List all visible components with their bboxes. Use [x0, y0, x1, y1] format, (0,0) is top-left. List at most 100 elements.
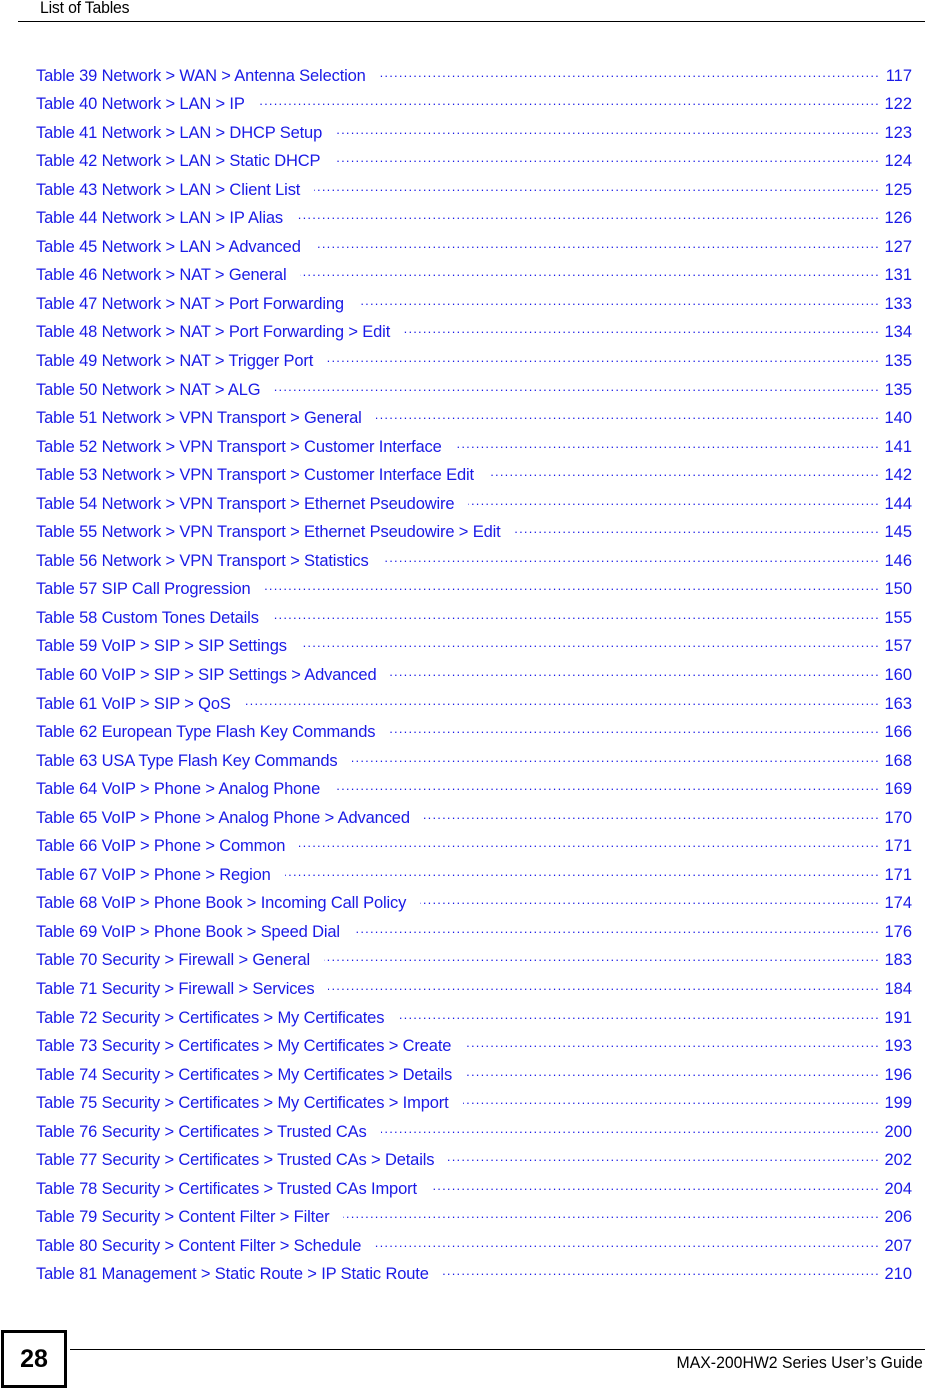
toc-entry-link[interactable]: Table 76 Security > Certificates > Trust…	[36, 1120, 912, 1149]
toc-entry-link[interactable]: Table 74 Security > Certificates > My Ce…	[36, 1063, 912, 1092]
toc-entry-link[interactable]: Table 56 Network > VPN Transport > Stati…	[36, 549, 912, 578]
toc-entry-link[interactable]: Table 49 Network > NAT > Trigger Port 135	[36, 349, 912, 378]
toc-entry-page-number: 117	[885, 66, 912, 85]
toc-entry-link[interactable]: Table 73 Security > Certificates > My Ce…	[36, 1035, 912, 1064]
toc-entry-link[interactable]: Table 42 Network > LAN > Static DHCP 124	[36, 150, 912, 179]
footer-divider	[70, 1349, 925, 1350]
toc-entry-link[interactable]: Table 47 Network > NAT > Port Forwarding…	[36, 292, 912, 321]
toc-entry-link[interactable]: Table 58 Custom Tones Details 155	[36, 606, 912, 635]
toc-entry-label: Table 77 Security > Certificates > Trust…	[36, 1151, 435, 1170]
toc-entry-link[interactable]: Table 62 European Type Flash Key Command…	[36, 721, 912, 750]
toc-entry-link[interactable]: Table 78 Security > Certificates > Trust…	[36, 1177, 912, 1206]
dot-leader	[465, 1035, 880, 1052]
dot-leader	[389, 721, 880, 738]
dot-leader	[314, 178, 880, 195]
toc-entry-link[interactable]: Table 65 VoIP > Phone > Analog Phone > A…	[36, 806, 912, 835]
toc-entry-link[interactable]: Table 54 Network > VPN Transport > Ether…	[36, 492, 912, 521]
toc-entry-link[interactable]: Table 64 VoIP > Phone > Analog Phone 169	[36, 778, 912, 807]
toc-entry-link[interactable]: Table 71 Security > Firewall > Services 1…	[36, 978, 912, 1007]
toc-entry-link[interactable]: Table 79 Security > Content Filter > Fil…	[36, 1206, 912, 1235]
toc-entry-label: Table 68 VoIP > Phone Book > Incoming Ca…	[36, 894, 407, 913]
toc-entry-link[interactable]: Table 53 Network > VPN Transport > Custo…	[36, 464, 912, 493]
toc-entry-page-number: 124	[884, 152, 912, 171]
toc-entry-label: Table 65 VoIP > Phone > Analog Phone > A…	[36, 808, 410, 827]
dot-leader	[420, 892, 880, 909]
dot-leader	[334, 778, 880, 795]
dot-leader	[300, 264, 880, 281]
list-of-tables: Table 39 Network > WAN > Antenna Selecti…	[36, 64, 912, 1292]
toc-entry-page-number: 199	[884, 1094, 912, 1113]
toc-entry-page-number: 204	[884, 1179, 912, 1198]
toc-entry-link[interactable]: Table 57 SIP Call Progression 150	[36, 578, 912, 607]
toc-entry-page-number: 193	[884, 1037, 912, 1056]
toc-entry-page-number: 134	[884, 323, 912, 342]
toc-entry-label: Table 47 Network > NAT > Port Forwarding	[36, 294, 344, 313]
toc-entry-link[interactable]: Table 43 Network > LAN > Client List 125	[36, 178, 912, 207]
toc-entry-link[interactable]: Table 60 VoIP > SIP > SIP Settings > Adv…	[36, 663, 912, 692]
dot-leader	[265, 578, 880, 595]
toc-entry-page-number: 155	[884, 608, 912, 627]
dot-leader	[336, 121, 880, 138]
toc-entry-link[interactable]: Table 75 Security > Certificates > My Ce…	[36, 1092, 912, 1121]
page-number: 28	[20, 1344, 48, 1373]
toc-entry-link[interactable]: Table 77 Security > Certificates > Trust…	[36, 1149, 912, 1178]
dot-leader	[515, 521, 880, 538]
dot-leader	[354, 920, 880, 937]
toc-entry-link[interactable]: Table 67 VoIP > Phone > Region 171	[36, 863, 912, 892]
dot-leader	[381, 1120, 880, 1137]
toc-entry-page-number: 168	[884, 751, 912, 770]
toc-entry-label: Table 52 Network > VPN Transport > Custo…	[36, 437, 442, 456]
toc-entry-link[interactable]: Table 39 Network > WAN > Antenna Selecti…	[36, 64, 912, 93]
toc-entry-page-number: 146	[884, 551, 912, 570]
toc-entry-link[interactable]: Table 61 VoIP > SIP > QoS 163	[36, 692, 912, 721]
toc-entry-link[interactable]: Table 44 Network > LAN > IP Alias 126	[36, 207, 912, 236]
dot-leader	[376, 407, 880, 424]
toc-entry-link[interactable]: Table 48 Network > NAT > Port Forwarding…	[36, 321, 912, 350]
dot-leader	[352, 749, 880, 766]
toc-entry-page-number: 142	[884, 466, 912, 485]
toc-entry-page-number: 123	[884, 123, 912, 142]
toc-entry-link[interactable]: Table 70 Security > Firewall > General 18…	[36, 949, 912, 978]
dot-leader	[334, 150, 880, 167]
dot-leader	[299, 835, 880, 852]
dot-leader	[327, 349, 880, 366]
dot-leader	[488, 464, 880, 481]
toc-entry-page-number: 135	[884, 380, 912, 399]
toc-entry-page-number: 133	[884, 294, 912, 313]
dot-leader	[448, 1149, 880, 1166]
toc-entry-link[interactable]: Table 40 Network > LAN > IP 122	[36, 93, 912, 122]
toc-entry-link[interactable]: Table 41 Network > LAN > DHCP Setup 123	[36, 121, 912, 150]
toc-entry-link[interactable]: Table 68 VoIP > Phone Book > Incoming Ca…	[36, 892, 912, 921]
toc-entry-page-number: 171	[884, 865, 912, 884]
toc-entry-link[interactable]: Table 46 Network > NAT > General 131	[36, 264, 912, 293]
toc-entry-link[interactable]: Table 52 Network > VPN Transport > Custo…	[36, 435, 912, 464]
toc-entry-page-number: 127	[884, 237, 912, 256]
dot-leader	[431, 1177, 880, 1194]
toc-entry-page-number: 157	[884, 637, 912, 656]
toc-entry-label: Table 75 Security > Certificates > My Ce…	[36, 1094, 449, 1113]
toc-entry-link[interactable]: Table 66 VoIP > Phone > Common 171	[36, 835, 912, 864]
dot-leader	[324, 949, 880, 966]
toc-entry-label: Table 59 VoIP > SIP > SIP Settings	[36, 637, 287, 656]
dot-leader	[466, 1063, 880, 1080]
toc-entry-link[interactable]: Table 63 USA Type Flash Key Commands 168	[36, 749, 912, 778]
dot-leader	[468, 492, 880, 509]
toc-entry-label: Table 53 Network > VPN Transport > Custo…	[36, 466, 474, 485]
toc-entry-page-number: 166	[884, 723, 912, 742]
toc-entry-link[interactable]: Table 50 Network > NAT > ALG 135	[36, 378, 912, 407]
toc-entry-link[interactable]: Table 51 Network > VPN Transport > Gener…	[36, 407, 912, 436]
toc-entry-label: Table 70 Security > Firewall > General	[36, 951, 311, 970]
toc-entry-page-number: 183	[884, 951, 912, 970]
toc-entry-link[interactable]: Table 80 Security > Content Filter > Sch…	[36, 1234, 912, 1263]
toc-entry-link[interactable]: Table 59 VoIP > SIP > SIP Settings 157	[36, 635, 912, 664]
toc-entry-link[interactable]: Table 81 Management > Static Route > IP …	[36, 1263, 912, 1292]
toc-entry-page-number: 160	[884, 665, 912, 684]
toc-entry-link[interactable]: Table 72 Security > Certificates > My Ce…	[36, 1006, 912, 1035]
toc-entry-page-number: 207	[884, 1236, 912, 1255]
toc-entry-link[interactable]: Table 69 VoIP > Phone Book > Speed Dial 1…	[36, 920, 912, 949]
toc-entry-link[interactable]: Table 55 Network > VPN Transport > Ether…	[36, 521, 912, 550]
toc-entry-page-number: 200	[884, 1122, 912, 1141]
toc-entry-link[interactable]: Table 45 Network > LAN > Advanced 127	[36, 235, 912, 264]
toc-entry-label: Table 81 Management > Static Route > IP …	[36, 1265, 429, 1284]
toc-entry-label: Table 60 VoIP > SIP > SIP Settings > Adv…	[36, 665, 377, 684]
